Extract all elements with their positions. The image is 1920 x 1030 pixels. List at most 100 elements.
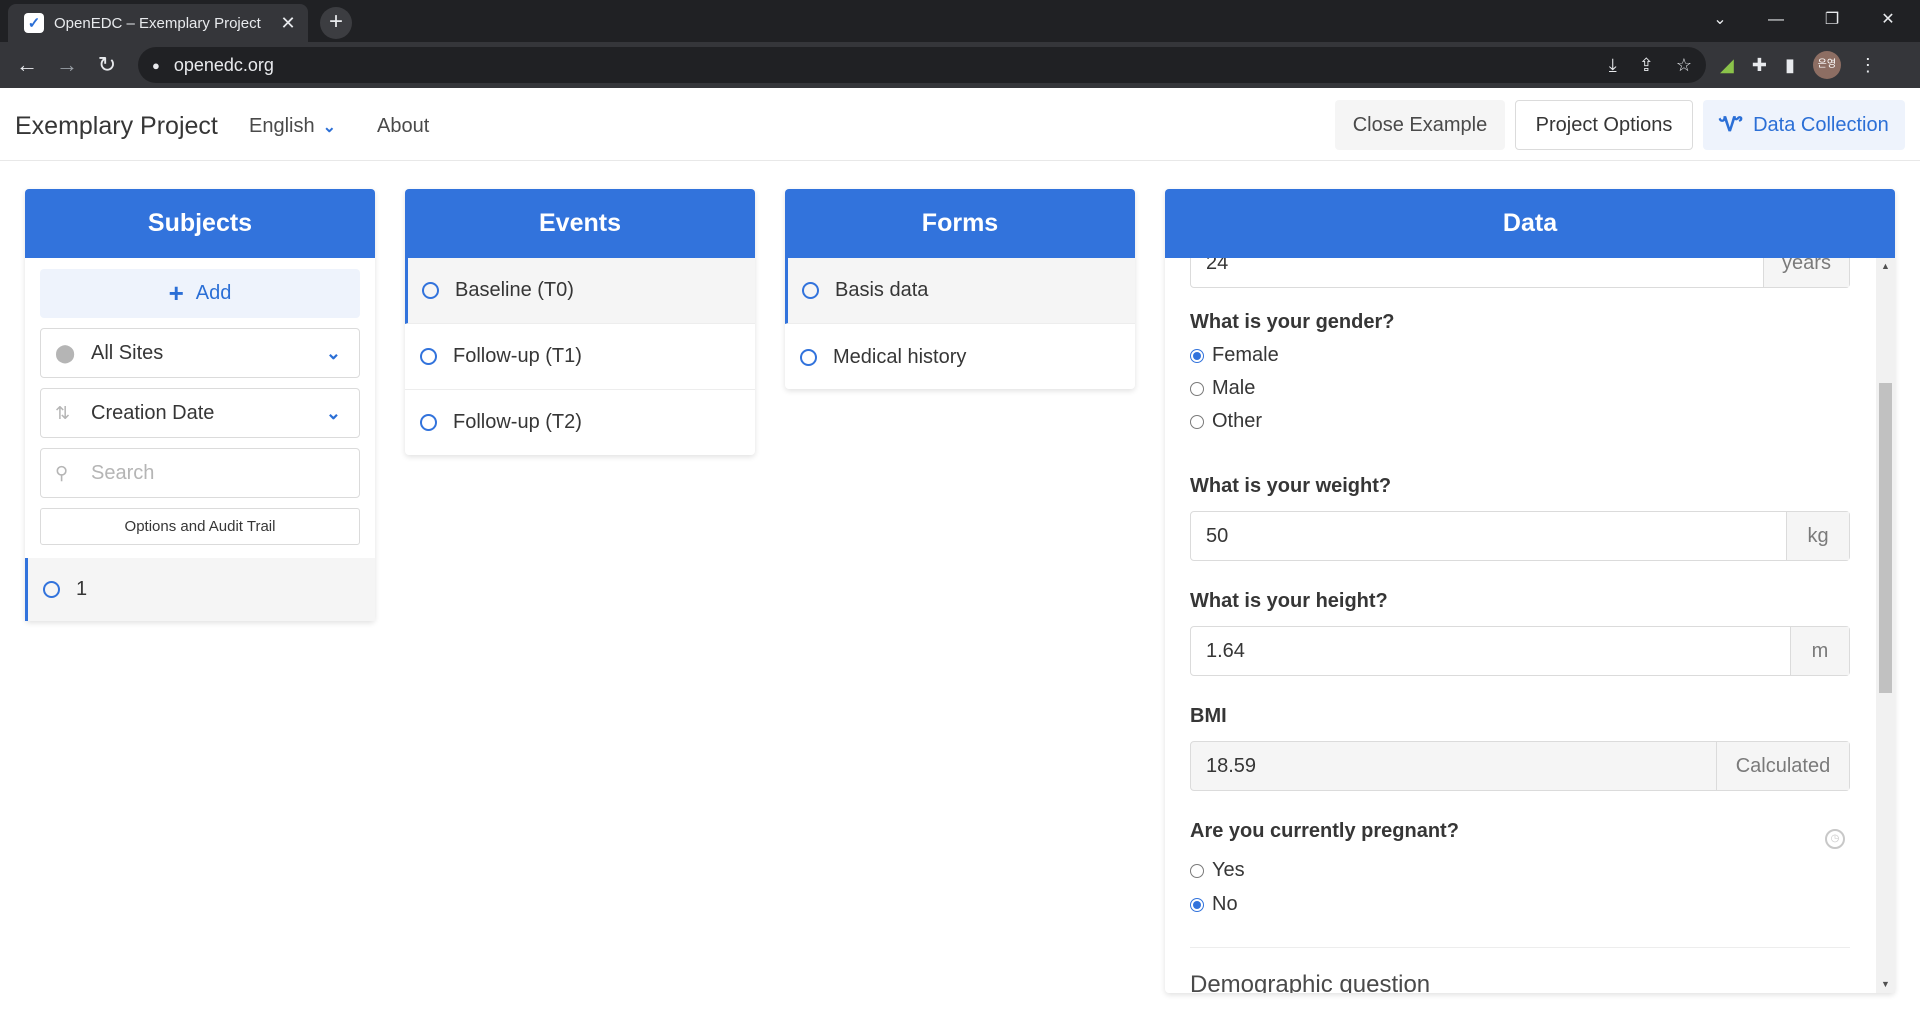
section-divider (1190, 947, 1850, 948)
data-collection-label: Data Collection (1753, 113, 1889, 136)
app-header: Exemplary Project English ⌄ About Close … (0, 88, 1920, 161)
radio-selected-icon (1190, 897, 1204, 912)
about-link[interactable]: About (377, 115, 429, 138)
profile-avatar[interactable]: 은영 (1812, 51, 1841, 79)
form-item-medical-history[interactable]: Medical history (785, 324, 1135, 390)
browser-tab[interactable]: ✓ OpenEDC – Exemplary Project ✕ (8, 4, 308, 42)
map-marker-icon: ⬤ (55, 342, 76, 363)
chevron-down-icon: ⌄ (325, 343, 341, 363)
site-select-value: All Sites (91, 341, 164, 364)
subjects-panel: Subjects + Add ⬤ All Sites ⌄ ⇅ Creation … (25, 189, 375, 621)
new-tab-button[interactable]: + (320, 7, 352, 39)
sort-select-value: Creation Date (91, 401, 215, 424)
data-collection-button[interactable]: Ꮙ Data Collection (1703, 100, 1905, 150)
subjects-title: Subjects (25, 189, 375, 258)
project-options-button[interactable]: Project Options (1515, 100, 1693, 150)
menu-dots-icon[interactable]: ⋮ (1859, 55, 1877, 76)
height-field[interactable]: 1.64 m (1190, 626, 1850, 676)
circle-status-icon (800, 348, 817, 366)
radio-icon (1190, 863, 1204, 878)
chevron-down-icon: ⌄ (322, 118, 337, 136)
reload-icon[interactable]: ↻ (90, 48, 124, 82)
scrollbar-thumb[interactable] (1879, 383, 1892, 693)
events-panel: Events Baseline (T0) Follow-up (T1) Foll… (405, 189, 755, 455)
subject-search-input[interactable]: ⚲ Search (40, 448, 360, 498)
language-label: English (249, 115, 315, 137)
sort-icon: ⇅ (55, 402, 71, 423)
bmi-question: BMI (1190, 705, 1227, 727)
data-panel: Data 24 years What is your gender? Femal… (1165, 189, 1895, 993)
subject-row[interactable]: 1 (25, 558, 375, 621)
search-icon: ⚲ (55, 462, 69, 483)
radio-selected-icon (1190, 348, 1204, 363)
share-icon[interactable]: ⇪ (1639, 55, 1654, 76)
tab-search-icon[interactable]: ⌄ (1692, 0, 1748, 42)
scroll-down-icon[interactable]: ▼ (1876, 976, 1895, 993)
scroll-up-icon[interactable]: ▲ (1876, 258, 1895, 275)
url-text: openedc.org (173, 54, 274, 75)
weight-field[interactable]: 50 kg (1190, 511, 1850, 561)
sort-select[interactable]: ⇅ Creation Date ⌄ (40, 388, 360, 438)
language-dropdown[interactable]: English ⌄ (249, 115, 336, 138)
checkbox-favicon-icon: ✓ (24, 13, 44, 33)
gender-radio-other[interactable]: Other (1190, 410, 1262, 433)
event-item-followup-t1[interactable]: Follow-up (T1) (405, 324, 755, 390)
gender-radio-male[interactable]: Male (1190, 377, 1255, 400)
back-icon[interactable]: ← (10, 48, 44, 82)
minimize-icon[interactable]: — (1748, 0, 1804, 42)
event-label: Follow-up (T1) (453, 345, 582, 367)
pregnant-question: Are you currently pregnant? (1190, 820, 1459, 842)
age-field[interactable]: 24 years (1190, 258, 1850, 288)
site-select[interactable]: ⬤ All Sites ⌄ (40, 328, 360, 378)
weight-question: What is your weight? (1190, 475, 1392, 497)
weight-unit: kg (1786, 512, 1849, 560)
sidepanel-icon[interactable]: ▮ (1785, 55, 1795, 76)
subject-label: 1 (76, 578, 88, 600)
search-placeholder: Search (91, 461, 155, 484)
age-unit: years (1763, 258, 1849, 287)
close-tab-icon[interactable]: ✕ (278, 13, 298, 34)
events-title: Events (405, 189, 755, 258)
forward-icon[interactable]: → (50, 48, 84, 82)
project-title: Exemplary Project (15, 112, 218, 140)
event-item-followup-t2[interactable]: Follow-up (T2) (405, 389, 755, 455)
plus-icon: + (168, 278, 184, 308)
height-value: 1.64 (1206, 640, 1245, 662)
options-audit-trail-button[interactable]: Options and Audit Trail (40, 508, 360, 545)
close-example-button[interactable]: Close Example (1335, 100, 1505, 150)
next-section-heading: Demographic question (1190, 971, 1431, 993)
pregnant-radio-yes[interactable]: Yes (1190, 859, 1245, 882)
lock-icon: ● (152, 57, 160, 73)
radio-icon (1190, 414, 1204, 429)
clock-history-icon[interactable]: ◷ (1825, 829, 1845, 849)
pregnant-radio-no[interactable]: No (1190, 893, 1238, 916)
extension-icon[interactable]: ◢ (1720, 55, 1734, 76)
bmi-field: 18.59 Calculated (1190, 741, 1850, 791)
add-subject-button[interactable]: + Add (40, 269, 360, 318)
gender-option: Female (1212, 344, 1279, 366)
pregnant-option: No (1212, 893, 1238, 915)
height-unit: m (1790, 627, 1849, 675)
browser-tabstrip: ✓ OpenEDC – Exemplary Project ✕ + ⌄ — ❐ … (0, 0, 1920, 42)
event-label: Follow-up (T2) (453, 410, 582, 433)
bookmark-star-icon[interactable]: ☆ (1676, 55, 1692, 76)
gender-option: Other (1212, 410, 1263, 432)
bmi-value: 18.59 (1206, 755, 1257, 777)
puzzle-icon[interactable]: ✚ (1752, 55, 1767, 76)
forms-title: Forms (785, 189, 1135, 258)
age-value: 24 (1206, 258, 1229, 274)
gender-radio-female[interactable]: Female (1190, 344, 1279, 367)
height-question: What is your height? (1190, 590, 1388, 612)
stethoscope-icon: Ꮙ (1719, 113, 1744, 136)
chevron-down-icon: ⌄ (325, 403, 341, 423)
window-close-icon[interactable]: ✕ (1860, 0, 1916, 42)
form-item-basis-data[interactable]: Basis data (785, 258, 1135, 324)
weight-value: 50 (1206, 525, 1229, 547)
install-icon[interactable]: ⤓ (1609, 55, 1617, 76)
tab-title: OpenEDC – Exemplary Project (54, 14, 261, 32)
event-item-baseline[interactable]: Baseline (T0) (405, 258, 755, 324)
omnibox[interactable]: ● openedc.org ⤓ ⇪ ☆ (138, 47, 1706, 83)
circle-status-icon (420, 348, 437, 365)
restore-icon[interactable]: ❐ (1804, 0, 1860, 42)
form-label: Medical history (833, 345, 967, 368)
